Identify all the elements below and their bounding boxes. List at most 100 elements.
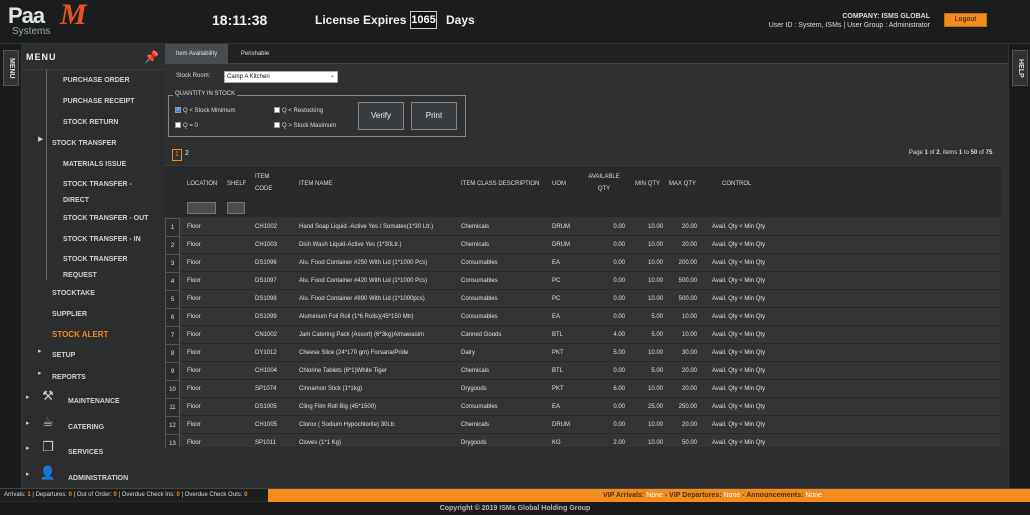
sidebar-item-stock-transfer-out[interactable]: STOCK TRANSFER - OUT [22,210,164,227]
table-row[interactable]: 11 Floor DS1005 Cling Film Roll Big (45*150… [165,398,1001,418]
user-icon: 👤 [39,466,57,481]
sidebar-item-maintenance[interactable]: ▸ ⚒ MAINTENANCE [22,389,164,410]
table-row[interactable]: 4 Floor DS1097 Alu. Food Container #420 Wit… [165,272,1001,292]
col-uom[interactable]: UOM [552,178,566,190]
control-cell: Avail. Qty < Min Qty [712,260,766,266]
sidebar-item-supplier[interactable]: SUPPLIER [22,306,164,323]
col-item-class[interactable]: ITEM CLASS DESCRIPTION [461,178,539,190]
expand-arrow-icon: ▸ [38,347,42,355]
sidebar-item-stocktake[interactable]: STOCKTAKE [22,285,164,302]
uom-cell: PKT [552,386,564,392]
col-item-name[interactable]: ITEM NAME [299,178,332,190]
sidebar-item-stock-transfer-direct[interactable]: STOCK TRANSFER - DIRECT [22,177,164,209]
services-box-icon: ❒ [42,440,54,455]
item-name-cell: Clorox ( Sodium Hypochlorite) 30Ltr. [299,422,396,428]
sidebar-item-purchase-receipt[interactable]: PURCHASE RECEIPT [22,93,164,110]
checkbox-q-stock-minimum[interactable]: ✓ Q < Stock Minimum [175,107,236,115]
row-number: 2 [165,236,180,256]
control-cell: Avail. Qty < Min Qty [712,422,766,428]
menu-side-tab: MENU [0,44,22,488]
tab-bar: Item Availability Perishable [165,44,1008,64]
tools-icon: ⚒ [42,389,54,404]
sidebar-item-stock-transfer-request[interactable]: STOCK TRANSFER REQUEST [22,252,164,284]
location-cell: Floor [187,242,201,248]
location-filter-input[interactable] [187,202,216,214]
occupancy-status: Arrivals: 1 | Departures: 0 | Out of Ord… [4,492,248,498]
stock-room-value: Camp A Kitchen [227,74,270,80]
stock-room-select[interactable]: Camp A Kitchen ⌄ [224,71,338,83]
page-1-link[interactable]: 1 [172,149,182,161]
group-title: QUANTITY IN STOCK [173,91,238,97]
item-name-cell: Aluminium Foil Roll (1*6 Rolls)(45*150 M… [299,314,414,320]
item-class-cell: Dairy [461,350,476,356]
location-cell: Floor [187,368,201,374]
min-qty-cell: 5.00 [651,332,663,338]
table-row[interactable]: 6 Floor DS1099 Aluminium Foil Roll (1*6 Rol… [165,308,1001,328]
col-min-qty[interactable]: MIN QTY [635,178,660,190]
copyright-footer: Copyright © 2019 ISMs Global Holding Gro… [0,502,1030,515]
min-qty-cell: 10.00 [647,296,663,302]
sidebar-item-stock-transfer[interactable]: ▶ STOCK TRANSFER [22,135,164,152]
sidebar-item-stock-return[interactable]: STOCK RETURN [22,114,164,131]
help-toggle-tab[interactable]: HELP [1012,50,1028,86]
table-row[interactable]: 2 Floor CH1003 Dish Wash Liquid-Active Yes … [165,236,1001,256]
sidebar-item-services[interactable]: ▸ ❒ SERVICES [22,440,164,461]
shelf-filter-input[interactable] [227,202,245,214]
row-number: 12 [165,416,180,436]
tab-item-availability[interactable]: Item Availability [165,44,228,64]
checkbox-q-restocking[interactable]: Q < Restocking [274,107,323,115]
table-row[interactable]: 12 Floor CH1005 Clorox ( Sodium Hypochlorit… [165,416,1001,436]
max-qty-cell: 10.00 [681,314,697,320]
sidebar-title: MENU [26,52,57,62]
uom-cell: EA [552,404,561,410]
sidebar-item-stock-transfer-in[interactable]: STOCK TRANSFER - IN [22,231,164,248]
sidebar-item-administration[interactable]: ▸ 👤 ADMINISTRATION [22,466,164,487]
item-code-cell: CN1002 [255,332,278,338]
col-shelf[interactable]: SHELF [227,178,246,190]
days-label: Days [446,13,475,27]
verify-button[interactable]: Verify [358,102,404,130]
checkbox-q-zero[interactable]: Q = 0 [175,122,198,130]
table-row[interactable]: 9 Floor CH1004 Chlorine Tablets (6*1)White … [165,362,1001,382]
table-row[interactable]: 10 Floor SP1074 Cinnamon Stick (1*1kg) Drygo… [165,380,1001,400]
col-available-qty[interactable]: AVAILABLE QTY [586,171,622,195]
table-row[interactable]: 7 Floor CN1002 Jam Catering Pack (Assort) (… [165,326,1001,346]
uom-cell: DRUM [552,242,570,248]
pin-icon[interactable]: 📌 [144,50,159,64]
page-2-link[interactable]: 2 [185,150,189,157]
sidebar-item-purchase-order[interactable]: PURCHASE ORDER [22,72,164,89]
location-cell: Floor [187,296,201,302]
checkbox-q-stock-maximum[interactable]: Q > Stock Maximum [274,122,336,130]
table-row[interactable]: 3 Floor DS1096 Alu. Food Container #250 Wit… [165,254,1001,274]
item-code-cell: CH1004 [255,368,278,374]
max-qty-cell: 30.00 [681,350,697,356]
table-row[interactable]: 8 Floor DY1012 Cheese Slice (24*170 gm) For… [165,344,1001,364]
sidebar-item-materials-issue[interactable]: MATERIALS ISSUE [22,156,164,173]
col-max-qty[interactable]: MAX QTY [669,178,696,190]
table-row[interactable]: 5 Floor DS1098 Alu. Food Container #890 Wit… [165,290,1001,310]
sidebar-item-stock-alert[interactable]: STOCK ALERT [22,326,164,343]
item-code-cell: DS1099 [255,314,277,320]
table-row[interactable]: 1 Floor CH1002 Hand Soap Liquid -Active Yes… [165,218,1001,238]
location-cell: Floor [187,278,201,284]
menu-toggle-tab[interactable]: MENU [3,50,19,86]
item-class-cell: Drygoods [461,386,487,392]
logout-button[interactable]: Logout [944,13,987,27]
item-class-cell: Consumables [461,296,498,302]
overdue-check-outs-count[interactable]: 0 [244,492,247,498]
location-cell: Floor [187,314,201,320]
location-cell: Floor [187,386,201,392]
location-cell: Floor [187,332,201,338]
col-item-code[interactable]: ITEM CODE [255,171,272,195]
print-button[interactable]: Print [411,102,457,130]
sidebar-item-catering[interactable]: ▸ ☕ CATERING [22,415,164,436]
sidebar-item-setup[interactable]: ▸ SETUP [22,347,164,364]
available-qty-cell: 0.00 [613,422,625,428]
item-code-cell: DS1097 [255,278,277,284]
col-control[interactable]: CONTROL [722,178,751,190]
min-qty-cell: 25.00 [647,404,663,410]
col-location[interactable]: LOCATION [187,178,217,190]
tab-perishable[interactable]: Perishable [228,44,282,64]
checkbox-checked-icon: ✓ [175,107,181,114]
sidebar-item-reports[interactable]: ▸ REPORTS [22,369,164,386]
